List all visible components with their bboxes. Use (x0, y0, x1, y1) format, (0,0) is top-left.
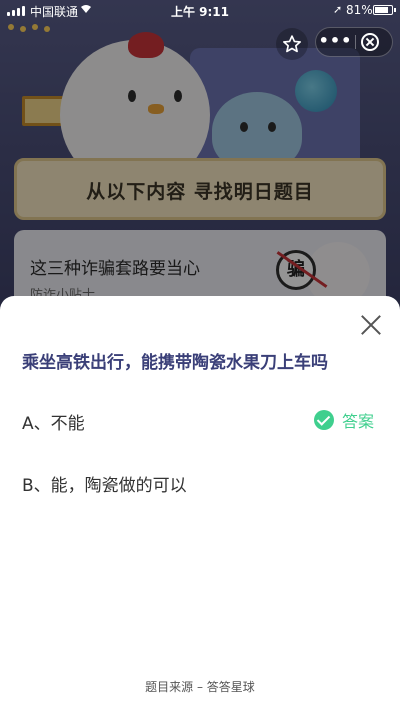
battery-tip (394, 8, 396, 12)
close-icon[interactable] (360, 314, 382, 336)
battery-icon (373, 5, 393, 15)
option-a[interactable]: A、不能 (22, 409, 85, 434)
status-bar: 中国联通 上午 9:11 ➚ 81% (0, 0, 400, 20)
more-button[interactable]: ••• (316, 28, 355, 56)
option-b[interactable]: B、能，陶瓷做的可以 (22, 471, 187, 496)
star-icon (283, 35, 301, 53)
location-icon: ➚ (333, 3, 343, 16)
answer-label: 答案 (342, 412, 375, 431)
answer-tag: 答案 (314, 408, 374, 432)
mini-program-capsule: ••• (315, 27, 393, 57)
battery-fill (375, 7, 388, 13)
source-footer: 题目来源 – 答答星球 (145, 680, 255, 694)
question-text: 乘坐高铁出行，能携带陶瓷水果刀上车吗 (22, 353, 328, 373)
battery-percent: 81% (346, 3, 373, 17)
question-sheet: 乘坐高铁出行，能携带陶瓷水果刀上车吗 A、不能 答案 B、能，陶瓷做的可以 题目… (0, 296, 400, 711)
check-icon (314, 410, 334, 430)
capsule-divider (355, 35, 356, 49)
favorite-button[interactable] (276, 28, 308, 60)
exit-button[interactable] (361, 33, 379, 51)
